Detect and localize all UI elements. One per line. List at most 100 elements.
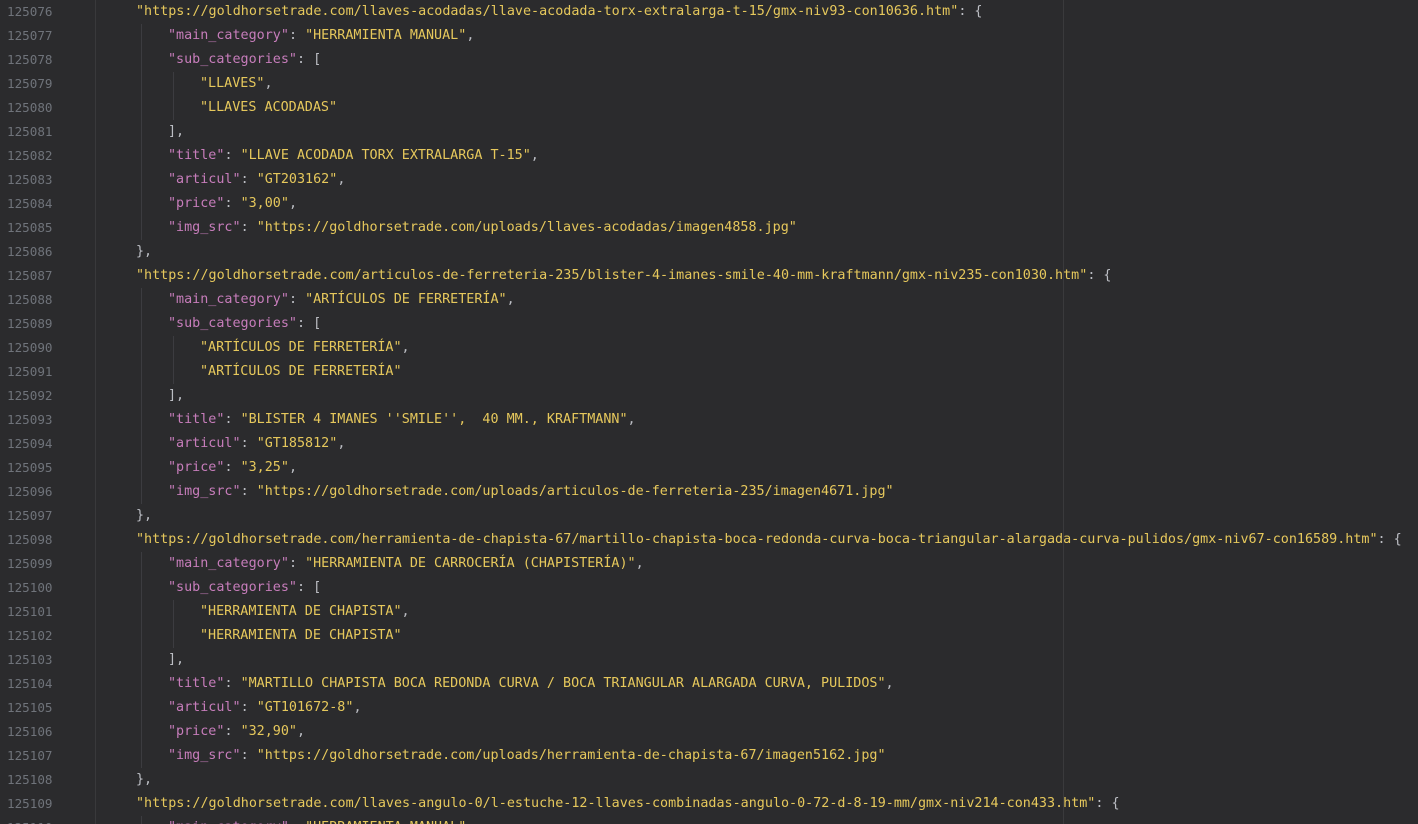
indent-guide — [141, 816, 142, 824]
code-token: ], — [168, 388, 185, 403]
code-line[interactable]: 125091 "ARTÍCULOS DE FERRETERÍA" — [0, 360, 1418, 384]
code-line[interactable]: 125082 "title": "LLAVE ACODADA TORX EXTRA… — [0, 144, 1418, 168]
code-token: "HERRAMIENTA DE CHAPISTA" — [200, 628, 402, 643]
code-token: "GT101672-8" — [256, 700, 354, 715]
code-line[interactable]: 125110 "main_category": "HERRAMIENTA MANU… — [0, 816, 1418, 824]
code-line[interactable]: 125097}, — [0, 504, 1418, 528]
code-text: "https://goldhorsetrade.com/llaves-angul… — [136, 792, 1120, 816]
code-line[interactable]: 125085 "img_src": "https://goldhorsetrade… — [0, 216, 1418, 240]
code-text: "https://goldhorsetrade.com/llaves-acoda… — [136, 0, 983, 24]
code-token: "GT203162" — [256, 172, 338, 187]
code-text: "articul": "GT101672-8", — [168, 696, 362, 720]
code-line[interactable]: 125106 "price": "32,90", — [0, 720, 1418, 744]
code-line[interactable]: 125092], — [0, 384, 1418, 408]
code-line[interactable]: 125105 "articul": "GT101672-8", — [0, 696, 1418, 720]
code-text: "price": "3,00", — [168, 192, 297, 216]
code-line[interactable]: 125101 "HERRAMIENTA DE CHAPISTA", — [0, 600, 1418, 624]
code-line[interactable]: 125109 "https://goldhorsetrade.com/llaves… — [0, 792, 1418, 816]
line-number: 125102 — [7, 628, 53, 643]
code-line[interactable]: 125096 "img_src": "https://goldhorsetrade… — [0, 480, 1418, 504]
code-token: : { — [1095, 796, 1120, 811]
code-token: , — [337, 436, 346, 451]
code-line[interactable]: 125107 "img_src": "https://goldhorsetrade… — [0, 744, 1418, 768]
code-token: : — [240, 748, 257, 763]
code-text: ], — [168, 648, 184, 672]
code-token: "title" — [168, 148, 225, 163]
code-token: : [ — [297, 316, 322, 331]
code-line[interactable]: 125084 "price": "3,00", — [0, 192, 1418, 216]
code-token: "img_src" — [168, 748, 241, 763]
code-token: : { — [1377, 532, 1402, 547]
code-token: ], — [168, 124, 185, 139]
code-line[interactable]: 125081], — [0, 120, 1418, 144]
indent-guide — [173, 336, 174, 360]
code-line[interactable]: 125102 "HERRAMIENTA DE CHAPISTA" — [0, 624, 1418, 648]
indent-guide — [141, 408, 142, 432]
indent-guide — [141, 72, 142, 96]
code-text: }, — [136, 768, 152, 792]
code-line[interactable]: 125076 "https://goldhorsetrade.com/llaves… — [0, 0, 1418, 24]
line-number: 125099 — [7, 556, 53, 571]
code-editor[interactable]: 125076 "https://goldhorsetrade.com/llaves… — [0, 0, 1418, 824]
code-line[interactable]: 125083 "articul": "GT203162", — [0, 168, 1418, 192]
line-number: 125089 — [7, 316, 53, 331]
line-number: 125083 — [7, 172, 53, 187]
code-line[interactable]: 125100 "sub_categories": [ — [0, 576, 1418, 600]
code-line[interactable]: 125095 "price": "3,25", — [0, 456, 1418, 480]
code-text: "articul": "GT185812", — [168, 432, 345, 456]
code-line[interactable]: 125089 "sub_categories": [ — [0, 312, 1418, 336]
code-line[interactable]: 125086}, — [0, 240, 1418, 264]
code-token: , — [288, 196, 297, 211]
line-number: 125084 — [7, 196, 53, 211]
code-line[interactable]: 125094 "articul": "GT185812", — [0, 432, 1418, 456]
indent-guide — [141, 624, 142, 648]
code-token: "articul" — [168, 172, 241, 187]
code-line[interactable]: 125098 "https://goldhorsetrade.com/herram… — [0, 528, 1418, 552]
code-token: : — [224, 196, 241, 211]
code-text: "ARTÍCULOS DE FERRETERÍA", — [200, 336, 410, 360]
code-token: ], — [168, 652, 185, 667]
code-line[interactable]: 125099 "main_category": "HERRAMIENTA DE C… — [0, 552, 1418, 576]
indent-guide — [141, 360, 142, 384]
code-token: "3,25" — [240, 460, 289, 475]
line-number: 125094 — [7, 436, 53, 451]
line-number: 125078 — [7, 52, 53, 67]
code-text: "main_category": "ARTÍCULOS DE FERRETERÍ… — [168, 288, 515, 312]
code-text: "articul": "GT203162", — [168, 168, 345, 192]
code-token: "title" — [168, 676, 225, 691]
code-token: }, — [136, 508, 153, 523]
indent-guide — [141, 672, 142, 696]
indent-guide — [141, 96, 142, 120]
code-text: }, — [136, 240, 152, 264]
code-token: "main_category" — [168, 28, 289, 43]
code-text: "sub_categories": [ — [168, 312, 321, 336]
code-token: : — [224, 460, 241, 475]
code-token: "HERRAMIENTA MANUAL" — [305, 820, 466, 824]
code-line[interactable]: 125080 "LLAVES ACODADAS" — [0, 96, 1418, 120]
code-token: "ARTÍCULOS DE FERRETERÍA" — [200, 340, 402, 355]
code-token: "https://goldhorsetrade.com/llaves-acoda… — [136, 4, 959, 19]
indent-guide — [141, 744, 142, 768]
code-line[interactable]: 125088 "main_category": "ARTÍCULOS DE FER… — [0, 288, 1418, 312]
code-text: "title": "MARTILLO CHAPISTA BOCA REDONDA… — [168, 672, 894, 696]
code-line[interactable]: 125078 "sub_categories": [ — [0, 48, 1418, 72]
code-line[interactable]: 125077 "main_category": "HERRAMIENTA MANU… — [0, 24, 1418, 48]
code-text: "HERRAMIENTA DE CHAPISTA" — [200, 624, 402, 648]
code-line[interactable]: 125087 "https://goldhorsetrade.com/articu… — [0, 264, 1418, 288]
indent-guide — [173, 360, 174, 384]
code-line[interactable]: 125104 "title": "MARTILLO CHAPISTA BOCA R… — [0, 672, 1418, 696]
code-token: }, — [136, 244, 153, 259]
code-line[interactable]: 125079 "LLAVES", — [0, 72, 1418, 96]
code-token: , — [337, 172, 346, 187]
indent-guide — [141, 48, 142, 72]
code-token: "HERRAMIENTA DE CHAPISTA" — [200, 604, 402, 619]
code-line[interactable]: 125103], — [0, 648, 1418, 672]
code-line[interactable]: 125090 "ARTÍCULOS DE FERRETERÍA", — [0, 336, 1418, 360]
code-token: "main_category" — [168, 292, 289, 307]
indent-guide — [173, 72, 174, 96]
code-token: "https://goldhorsetrade.com/herramienta-… — [136, 532, 1378, 547]
indent-guide — [141, 24, 142, 48]
code-line[interactable]: 125093 "title": "BLISTER 4 IMANES ''SMILE… — [0, 408, 1418, 432]
code-line[interactable]: 125108}, — [0, 768, 1418, 792]
code-token: , — [288, 460, 297, 475]
